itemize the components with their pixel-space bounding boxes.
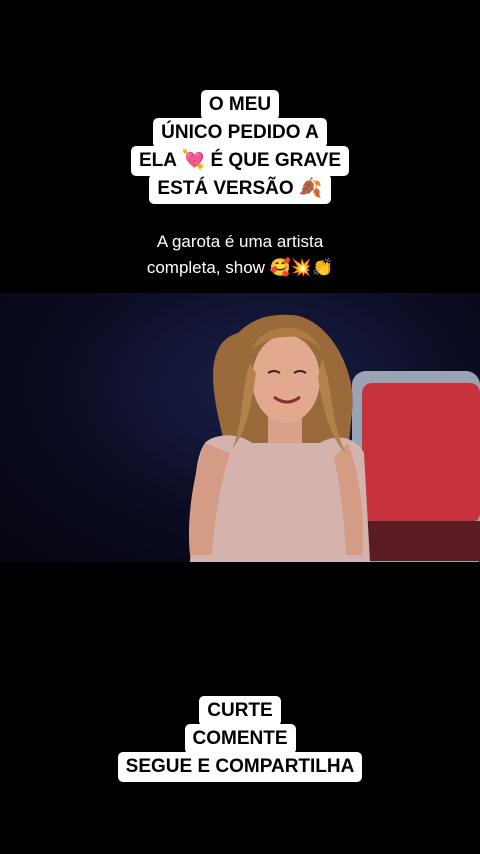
top-caption-line: ÚNICO PEDIDO A [153, 118, 327, 148]
top-caption: O MEU ÚNICO PEDIDO A ELA 💘 É QUE GRAVE E… [0, 90, 480, 204]
red-chair [352, 371, 480, 562]
video-frame[interactable] [0, 293, 480, 562]
subtitle-line: completa, show 🥰💥👏 [146, 258, 334, 277]
bottom-caption-line: COMENTE [184, 724, 296, 754]
bottom-caption: CURTE COMENTE SEGUE E COMPARTILHA [0, 696, 480, 782]
top-caption-line: O MEU [200, 90, 280, 120]
top-caption-line: ELA 💘 É QUE GRAVE [130, 146, 350, 176]
top-caption-line: ESTÁ VERSÃO 🍂 [149, 174, 331, 204]
subtitle: A garota é uma artista completa, show 🥰💥… [0, 229, 480, 281]
subtitle-line: A garota é uma artista [156, 232, 324, 251]
singer-video-frame [188, 314, 480, 562]
bottom-caption-line: CURTE [199, 696, 281, 726]
face [252, 335, 320, 423]
bottom-caption-line: SEGUE E COMPARTILHA [117, 752, 363, 782]
